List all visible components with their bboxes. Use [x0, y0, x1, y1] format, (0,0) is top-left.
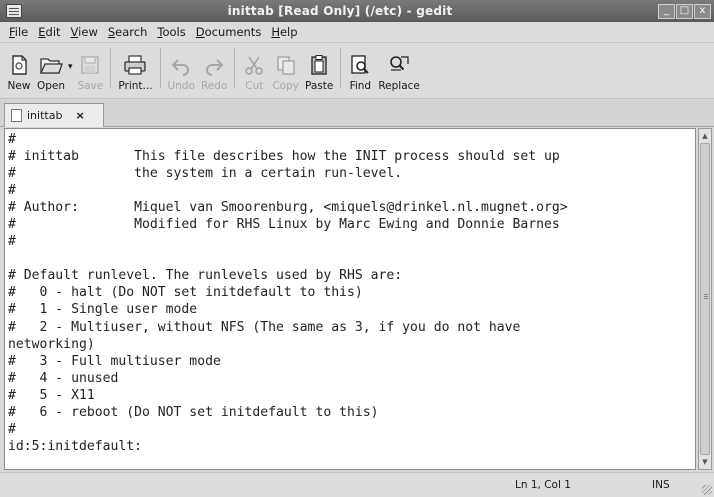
maximize-button[interactable]: □ — [676, 3, 693, 19]
open-folder-icon — [39, 53, 63, 77]
undo-button[interactable]: Undo — [168, 53, 195, 92]
find-button[interactable]: Find — [348, 53, 372, 92]
menu-file[interactable]: File — [4, 25, 33, 39]
menu-bar: File Edit View Search Tools Documents He… — [0, 22, 714, 43]
scrollbar-grip — [704, 294, 708, 295]
print-button[interactable]: Print... — [118, 53, 153, 92]
status-bar: Ln 1, Col 1 INS — [0, 472, 714, 497]
menu-documents[interactable]: Documents — [191, 25, 267, 39]
redo-icon — [202, 53, 226, 77]
save-button[interactable]: Save — [78, 53, 103, 92]
tab-label: inittab — [27, 109, 63, 122]
new-button[interactable]: New — [7, 53, 31, 92]
new-document-icon — [7, 53, 31, 77]
find-replace-icon — [387, 53, 411, 77]
vertical-scrollbar[interactable]: ▲ ▼ — [698, 128, 712, 470]
gedit-app-icon[interactable] — [6, 4, 22, 18]
paste-button[interactable]: Paste — [305, 53, 333, 92]
open-button[interactable]: Open — [37, 53, 65, 92]
menu-search[interactable]: Search — [103, 25, 153, 39]
copy-button[interactable]: Copy — [272, 53, 299, 92]
find-icon — [348, 53, 372, 77]
close-tab-icon[interactable]: × — [75, 109, 84, 122]
scroll-up-arrow-icon[interactable]: ▲ — [699, 130, 711, 142]
cut-button[interactable]: Cut — [242, 53, 266, 92]
toolbar-separator — [110, 47, 112, 88]
close-window-button[interactable]: x — [694, 3, 711, 19]
scissors-icon — [242, 53, 266, 77]
menu-edit[interactable]: Edit — [33, 25, 65, 39]
document-tab-strip: inittab × — [0, 100, 714, 127]
title-bar: inittab [Read Only] (/etc) - gedit _ □ x — [0, 0, 714, 22]
toolbar: New Open ▾ Save Print... Undo Redo Cut C… — [0, 43, 714, 99]
toolbar-separator — [159, 47, 161, 88]
scrollbar-thumb[interactable] — [700, 143, 710, 455]
document-icon — [11, 109, 22, 122]
insert-mode-indicator: INS — [652, 479, 670, 491]
replace-button[interactable]: Replace — [378, 53, 420, 92]
save-icon — [78, 53, 102, 77]
undo-icon — [169, 53, 193, 77]
scroll-down-arrow-icon[interactable]: ▼ — [699, 456, 711, 468]
toolbar-separator — [340, 47, 342, 88]
menu-view[interactable]: View — [66, 25, 103, 39]
resize-grip-icon[interactable] — [702, 485, 712, 495]
open-recent-dropdown-icon[interactable]: ▾ — [68, 62, 73, 72]
clipboard-paste-icon — [307, 53, 331, 77]
window-controls: _ □ x — [658, 3, 711, 19]
text-editor-area[interactable]: # # inittab This file describes how the … — [4, 128, 696, 470]
file-content[interactable]: # # inittab This file describes how the … — [5, 129, 695, 455]
window-title: inittab [Read Only] (/etc) - gedit — [227, 4, 453, 18]
redo-button[interactable]: Redo — [201, 53, 227, 92]
menu-help[interactable]: Help — [266, 25, 302, 39]
printer-icon — [123, 53, 147, 77]
menu-tools[interactable]: Tools — [152, 25, 190, 39]
copy-icon — [274, 53, 298, 77]
minimize-button[interactable]: _ — [658, 3, 675, 19]
tab-inittab[interactable]: inittab × — [4, 103, 104, 127]
toolbar-separator — [234, 47, 236, 88]
cursor-position: Ln 1, Col 1 — [515, 479, 571, 491]
